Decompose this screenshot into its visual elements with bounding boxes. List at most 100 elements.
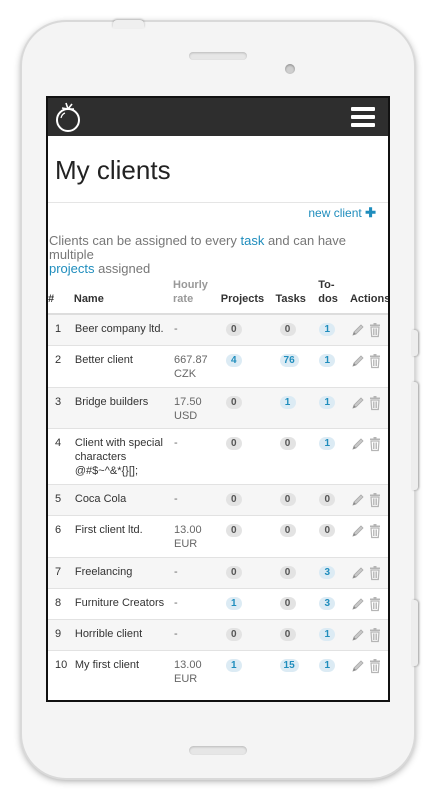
trash-icon[interactable] [368, 658, 382, 674]
projects-count-badge[interactable]: 1 [225, 658, 242, 672]
row-actions [349, 587, 388, 619]
tasks-count-badge[interactable]: 1 [279, 395, 296, 409]
tasks-count-badge[interactable]: 0 [279, 323, 296, 336]
table-row[interactable]: 9 Horrible client -0 0 1 [48, 618, 388, 650]
projects-count-badge[interactable]: 0 [225, 323, 242, 336]
new-client-link[interactable]: new client ✚ [308, 205, 376, 221]
todos-count-badge[interactable]: 0 [319, 523, 336, 537]
row-actions [349, 386, 388, 428]
client-name: Bridge builders [73, 386, 174, 428]
todos-cell: 1 [318, 618, 350, 650]
tasks-count-badge[interactable]: 0 [279, 627, 296, 641]
trash-icon[interactable] [368, 395, 382, 411]
projects-cell: 4 [220, 344, 276, 387]
trash-icon[interactable] [368, 436, 382, 452]
pencil-icon[interactable] [351, 492, 365, 508]
tasks-count-badge[interactable]: 15 [279, 658, 299, 672]
pencil-icon[interactable] [351, 353, 365, 369]
table-row[interactable]: 2 Better client 667.87 CZK 4 76 1 [48, 344, 388, 387]
pencil-icon[interactable] [351, 322, 365, 338]
projects-cell: 1 [220, 649, 276, 692]
pencil-icon[interactable] [351, 565, 365, 581]
tasks-count-badge[interactable]: 0 [279, 565, 296, 579]
todos-count-badge[interactable]: 1 [319, 323, 336, 336]
todos-count-badge[interactable]: 1 [319, 436, 336, 450]
row-actions [349, 427, 388, 484]
projects-cell: 1 [220, 587, 276, 619]
projects-count-badge[interactable]: 1 [225, 596, 242, 610]
hourly-rate: 13.00 EUR [173, 649, 221, 692]
projects-count-badge[interactable]: 0 [225, 436, 242, 450]
pencil-icon[interactable] [351, 395, 365, 411]
row-actions [349, 618, 388, 650]
tasks-count-badge[interactable]: 76 [279, 353, 299, 367]
client-name: Horrible client [73, 618, 174, 650]
trash-icon[interactable] [368, 353, 382, 369]
todos-count-badge[interactable]: 1 [319, 627, 336, 641]
row-actions [349, 649, 388, 692]
column-header-todos: To-dos [318, 274, 350, 315]
projects-count-badge[interactable]: 0 [225, 627, 242, 641]
tasks-cell: 0 [275, 514, 319, 557]
table-row[interactable]: 6 First client ltd. 13.00 EUR 0 0 0 [48, 514, 388, 557]
table-row[interactable]: 7 Freelancing -0 0 3 [48, 556, 388, 588]
phone-side-button [412, 600, 418, 666]
tasks-count-badge[interactable]: 0 [279, 596, 296, 610]
row-number: 10 [48, 649, 74, 692]
tomato-logo-icon[interactable] [53, 101, 83, 133]
todos-count-badge[interactable]: 0 [319, 492, 336, 506]
pencil-icon[interactable] [351, 523, 365, 539]
table-row[interactable]: 4 Client with special characters @#$~^&*{… [48, 427, 388, 484]
row-number: 3 [48, 386, 74, 428]
projects-cell: 0 [220, 313, 276, 345]
hourly-rate: - [173, 556, 221, 588]
projects-cell: 0 [220, 556, 276, 588]
client-name: Better client [73, 344, 174, 387]
tasks-count-badge[interactable]: 0 [279, 436, 296, 450]
table-row[interactable]: 5 Coca Cola -0 0 0 [48, 483, 388, 515]
projects-count-badge[interactable]: 4 [225, 353, 242, 367]
projects-count-badge[interactable]: 0 [225, 492, 242, 506]
trash-icon[interactable] [368, 523, 382, 539]
todos-cell: 1 [318, 649, 350, 692]
projects-count-badge[interactable]: 0 [225, 395, 242, 409]
row-number: 7 [48, 556, 74, 588]
client-name: Coca Cola [73, 483, 174, 515]
trash-icon[interactable] [368, 322, 382, 338]
todos-count-badge[interactable]: 3 [319, 596, 336, 610]
todos-cell: 3 [318, 587, 350, 619]
column-header-name: Name [73, 274, 174, 315]
pencil-icon[interactable] [351, 627, 365, 643]
tasks-count-badge[interactable]: 0 [279, 492, 296, 506]
row-actions [349, 344, 388, 387]
column-header-hourly-rate: Hourly rate [173, 274, 221, 315]
hourly-rate: - [173, 587, 221, 619]
todos-count-badge[interactable]: 1 [319, 353, 336, 367]
todos-count-badge[interactable]: 1 [319, 658, 336, 672]
pencil-icon[interactable] [351, 658, 365, 674]
table-row[interactable]: 8 Furniture Creators -1 0 3 [48, 587, 388, 619]
projects-count-badge[interactable]: 0 [225, 565, 242, 579]
projects-count-badge[interactable]: 0 [225, 523, 242, 537]
trash-icon[interactable] [368, 627, 382, 643]
tasks-cell: 15 [275, 649, 319, 692]
row-number: 2 [48, 344, 74, 387]
todos-count-badge[interactable]: 3 [319, 565, 336, 579]
tasks-count-badge[interactable]: 0 [279, 523, 296, 537]
table-row[interactable]: 3 Bridge builders 17.50 USD 0 1 1 [48, 386, 388, 428]
hamburger-menu-icon[interactable] [351, 107, 375, 127]
trash-icon[interactable] [368, 565, 382, 581]
trash-icon[interactable] [368, 492, 382, 508]
pencil-icon[interactable] [351, 436, 365, 452]
task-link[interactable]: task [241, 233, 265, 248]
pencil-icon[interactable] [351, 596, 365, 612]
table-row[interactable]: 1 Beer company ltd. -0 0 1 [48, 313, 388, 345]
phone-home-button[interactable] [189, 746, 247, 755]
tasks-cell: 0 [275, 618, 319, 650]
page-title: My clients [55, 155, 171, 185]
table-row[interactable]: 10 My first client 13.00 EUR 1 15 1 [48, 649, 388, 692]
todos-cell: 1 [318, 313, 350, 345]
todos-count-badge[interactable]: 1 [319, 395, 336, 409]
trash-icon[interactable] [368, 596, 382, 612]
hourly-rate: 17.50 USD [173, 386, 221, 428]
